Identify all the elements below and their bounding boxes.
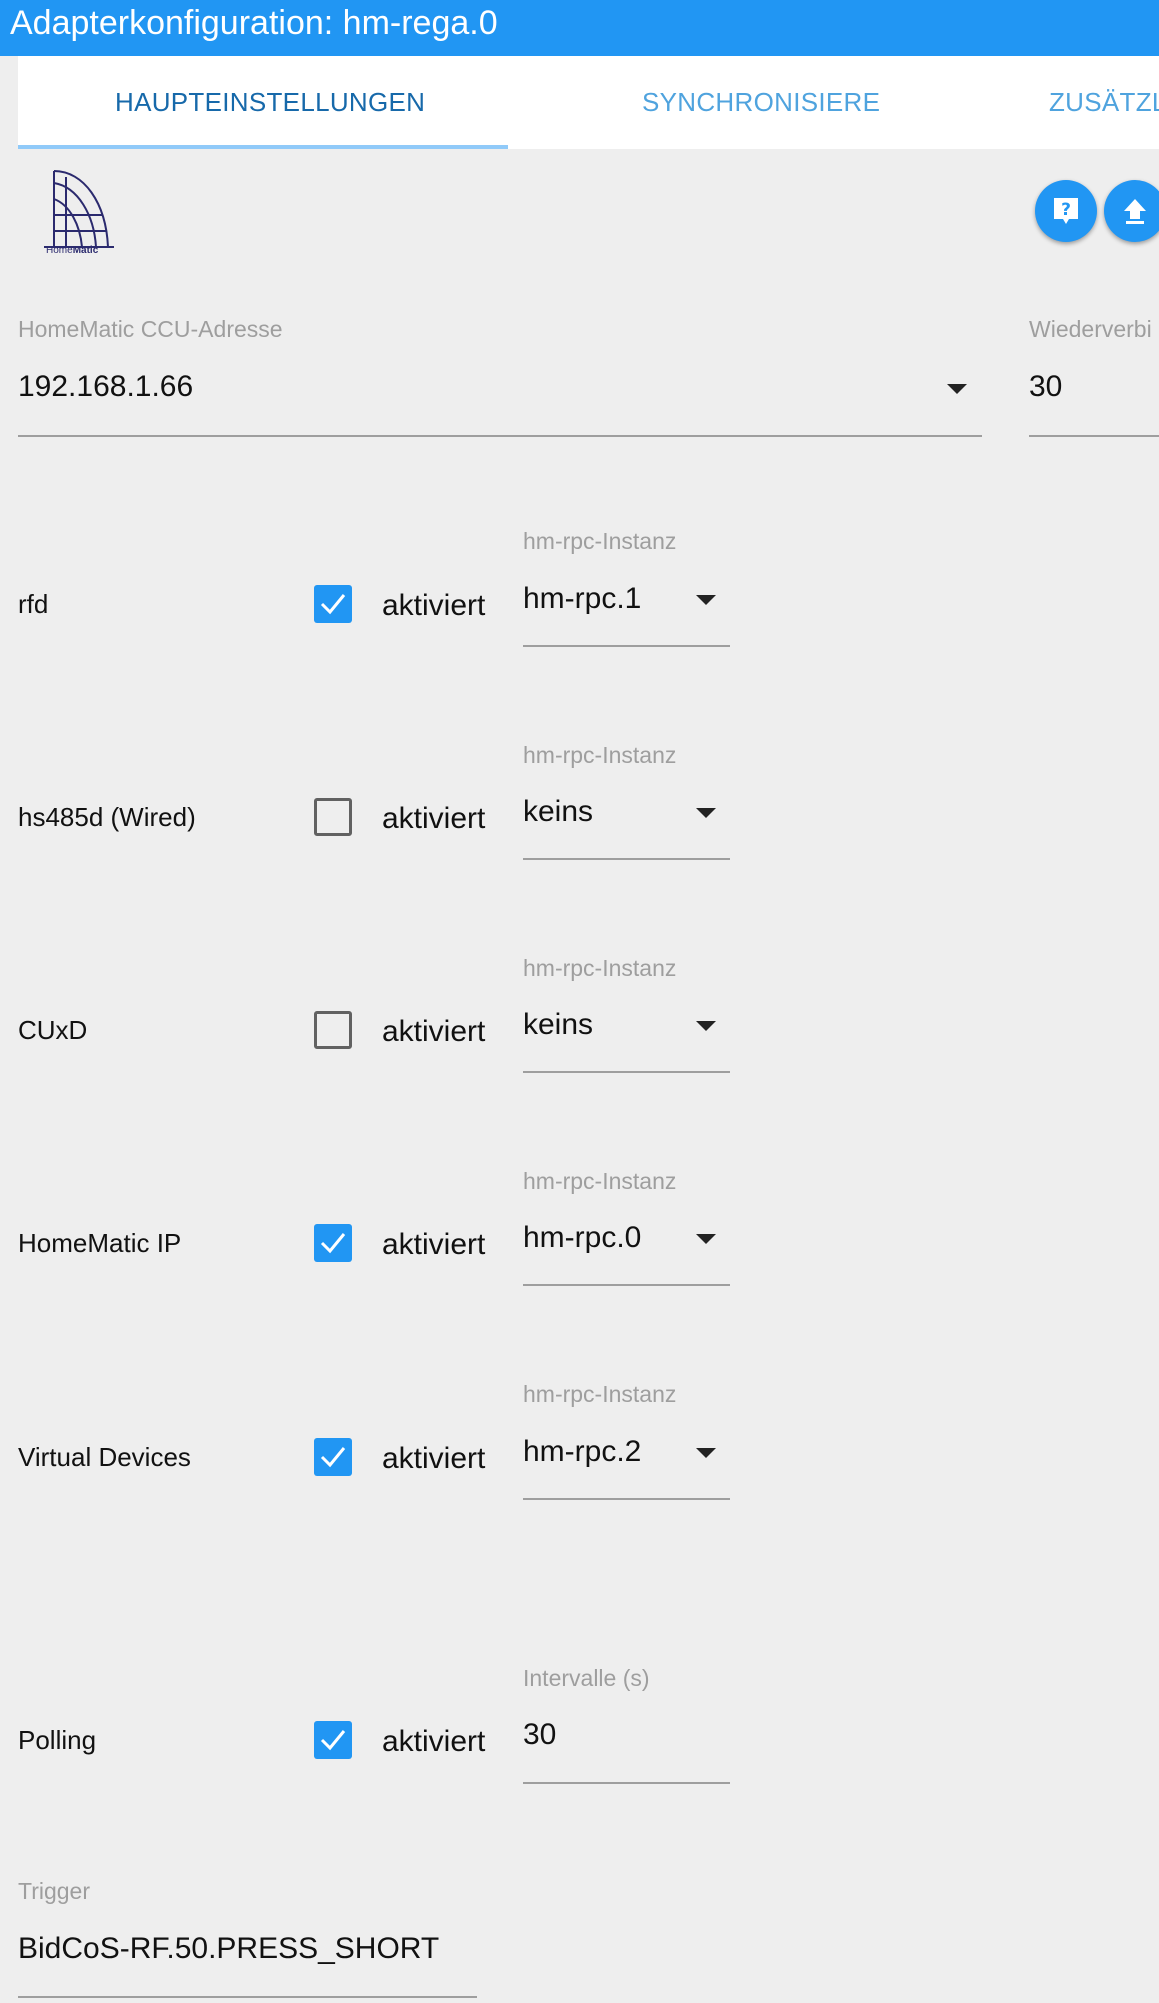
polling-label: Polling [18,1725,97,1755]
ccu-address-underline [18,435,982,437]
checkmark-icon [320,1233,346,1254]
polling-interval-underline [523,1782,730,1784]
interface-rfd-caret-icon[interactable] [696,595,716,605]
checkmark-icon [320,1447,346,1468]
interface-homematic-ip-instance-label: hm-rpc-Instanz [523,1168,677,1194]
tab-zusaetzliche[interactable]: ZUSÄTZL [1049,56,1159,149]
interface-homematic-ip-instance-select[interactable]: hm-rpc.0 [523,1221,641,1255]
tab-bar: HAUPTEINSTELLUNGEN SYNCHRONISIERE ZUSÄTZ… [18,56,1159,149]
interface-rfd-checkbox[interactable] [314,585,352,623]
upload-icon [1124,199,1146,224]
interface-cuxd-instance-label: hm-rpc-Instanz [523,955,677,981]
window-title: Adapterkonfiguration: hm-rega.0 [10,4,498,42]
active-tab-indicator [18,145,508,149]
interface-rfd-label: rfd [18,589,49,619]
interface-hs485d-check-label: aktiviert [382,802,486,835]
interface-virtual-devices-underline [523,1498,730,1500]
polling-interval-label: Intervalle (s) [523,1665,650,1691]
interface-cuxd-label: CUxD [18,1015,88,1045]
trigger-input[interactable]: BidCoS-RF.50.PRESS_SHORT [18,1932,439,1966]
title-bar: Adapterkonfiguration: hm-rega.0 [0,0,1159,56]
interface-hs485d-underline [523,858,730,860]
logo-text-home: Home [46,245,73,256]
interface-rfd-underline [523,645,730,647]
trigger-underline [18,1996,477,1998]
interface-cuxd-underline [523,1071,730,1073]
interface-cuxd-check-label: aktiviert [382,1015,486,1048]
interface-homematic-ip-checkbox[interactable] [314,1224,352,1262]
interface-hs485d-caret-icon[interactable] [696,808,716,818]
interface-homematic-ip-check-label: aktiviert [382,1228,486,1261]
interface-homematic-ip-label: HomeMatic IP [18,1228,182,1258]
logo-text-matic: Matic [72,245,99,256]
help-icon: ? [1054,198,1078,224]
checkmark-icon [320,594,346,615]
ccu-address-value[interactable]: 192.168.1.66 [18,370,193,404]
interface-rfd-check-label: aktiviert [382,589,486,622]
interface-hs485d-instance-label: hm-rpc-Instanz [523,742,677,768]
interface-rfd-instance-select[interactable]: hm-rpc.1 [523,582,641,616]
interface-homematic-ip-underline [523,1284,730,1286]
interface-virtual-devices-label: Virtual Devices [18,1442,191,1472]
ccu-address-label: HomeMatic CCU-Adresse [18,316,283,342]
homematic-logo: HomeMatic [42,163,116,261]
interface-hs485d-label: hs485d (Wired) [18,802,196,832]
reconnect-underline [1029,435,1159,437]
polling-checkbox[interactable] [314,1721,352,1759]
interface-virtual-devices-instance-select[interactable]: hm-rpc.2 [523,1435,641,1469]
tab-haupteinstellungen[interactable]: HAUPTEINSTELLUNGEN [115,56,425,149]
help-button[interactable]: ? [1035,180,1097,242]
checkmark-icon [320,1730,346,1751]
upload-button[interactable] [1104,180,1159,242]
polling-interval-input[interactable]: 30 [523,1718,556,1752]
interface-cuxd-instance-select[interactable]: keins [523,1008,593,1042]
interface-virtual-devices-instance-label: hm-rpc-Instanz [523,1381,677,1407]
interface-hs485d-checkbox[interactable] [314,798,352,836]
svg-text:?: ? [1061,200,1071,220]
interface-cuxd-checkbox[interactable] [314,1011,352,1049]
interface-hs485d-instance-select[interactable]: keins [523,795,593,829]
interface-homematic-ip-caret-icon[interactable] [696,1234,716,1244]
tab-synchronisiere[interactable]: SYNCHRONISIERE [642,56,880,149]
interface-rfd-instance-label: hm-rpc-Instanz [523,528,677,554]
ccu-dropdown-caret-icon[interactable] [947,384,967,394]
trigger-label: Trigger [18,1878,90,1904]
polling-check-label: aktiviert [382,1725,486,1758]
interface-cuxd-caret-icon[interactable] [696,1021,716,1031]
interface-virtual-devices-checkbox[interactable] [314,1438,352,1476]
interface-virtual-devices-caret-icon[interactable] [696,1448,716,1458]
reconnect-label: Wiederverbi [1029,316,1152,342]
interface-virtual-devices-check-label: aktiviert [382,1442,486,1475]
reconnect-input[interactable]: 30 [1029,370,1062,404]
